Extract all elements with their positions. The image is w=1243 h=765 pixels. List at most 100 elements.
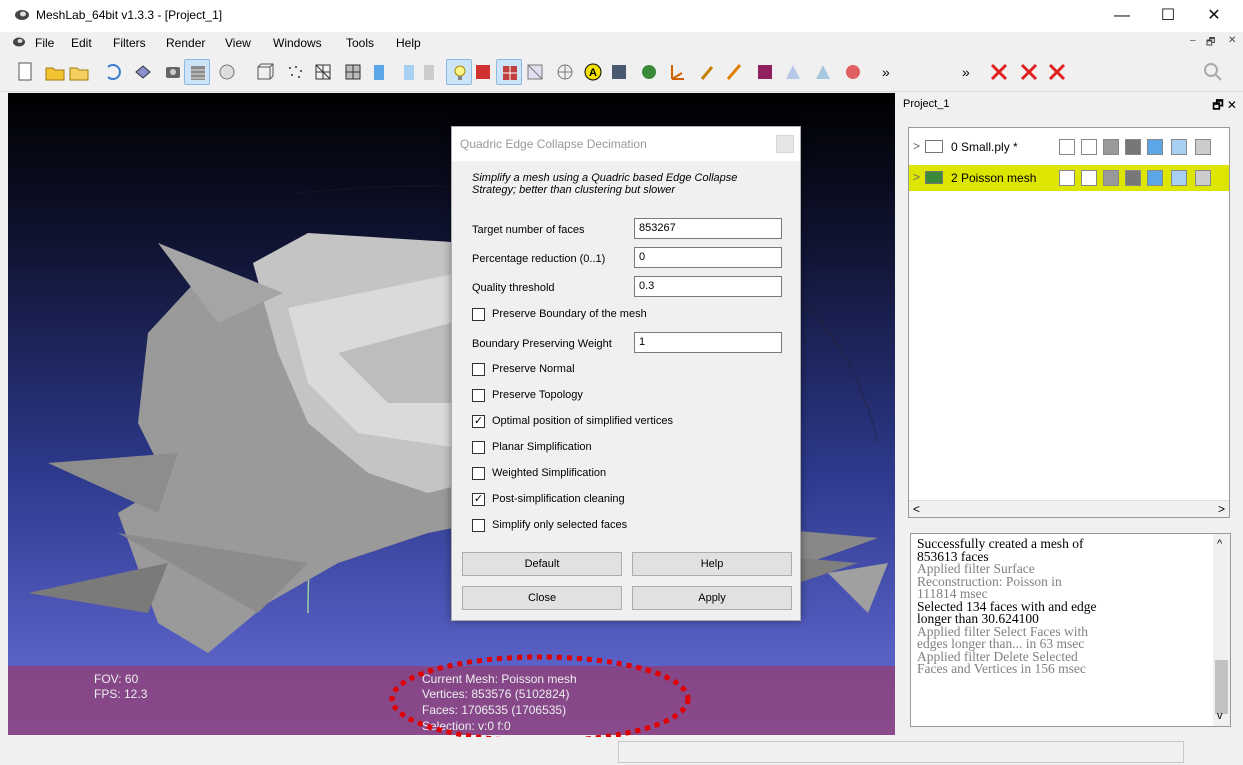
texture-icon[interactable] [446,59,472,85]
selection-tool-icon[interactable] [810,59,836,85]
scroll-left-icon[interactable]: < [913,502,920,516]
menu-windows[interactable]: Windows [273,36,322,50]
dialog-close-button[interactable] [776,135,794,153]
layer-render-mode-icon[interactable] [1081,170,1097,186]
save-icon[interactable] [130,59,156,85]
log-scrollbar[interactable]: ^ v [1213,534,1230,726]
scroll-up-icon[interactable]: ^ [1217,538,1222,550]
layer-render-mode-icon[interactable] [1125,139,1141,155]
layer-render-mode-icon[interactable] [1147,170,1163,186]
checkbox-box[interactable] [472,519,485,532]
open-project-icon[interactable] [42,59,68,85]
panel-float-close-icon[interactable]: 🗗 ✕ [1212,96,1237,117]
search-icon[interactable] [1200,59,1226,85]
measure-icon[interactable] [606,59,632,85]
checkbox-box[interactable]: ✓ [472,493,485,506]
layer-render-mode-icon[interactable] [1059,170,1075,186]
checkbox-box[interactable] [472,363,485,376]
log-scroll-thumb[interactable] [1215,660,1228,714]
light-icon[interactable] [470,59,496,85]
layer-item-poisson[interactable]: > 2 Poisson mesh [909,165,1229,191]
snapshot-icon[interactable] [160,59,186,85]
percentage-reduction-input[interactable]: 0 [634,247,782,268]
scroll-down-icon[interactable]: v [1217,710,1223,722]
chevron-right-icon[interactable]: > [913,139,920,153]
maximize-button[interactable]: ☐ [1148,4,1188,28]
layers-icon[interactable] [184,59,210,85]
points-icon[interactable] [282,59,308,85]
percentage-reduction-label: Percentage reduction (0..1) [472,253,606,265]
menu-render[interactable]: Render [166,36,205,50]
svg-text:»: » [962,64,970,80]
menu-help[interactable]: Help [396,36,421,50]
pdf-icon[interactable] [780,59,806,85]
boundary-weight-input[interactable]: 1 [634,332,782,353]
delete-faces-icon[interactable] [986,59,1012,85]
menu-edit[interactable]: Edit [71,36,92,50]
minimize-button[interactable]: — [1102,4,1142,28]
checkbox-label: Preserve Topology [492,389,583,401]
trackball-icon[interactable] [552,59,578,85]
layer-render-mode-icon[interactable] [1171,139,1187,155]
paint-brush-icon[interactable] [720,59,746,85]
render-mode-icon[interactable] [214,59,240,85]
checkbox-box[interactable] [472,441,485,454]
target-faces-input[interactable]: 853267 [634,218,782,239]
reload-icon[interactable] [100,59,126,85]
layer-render-mode-icon[interactable] [1125,170,1141,186]
fancy-light-icon[interactable] [522,59,548,85]
menu-tools[interactable]: Tools [346,36,374,50]
layer-render-mode-icon[interactable] [1171,170,1187,186]
checkbox-box[interactable] [472,389,485,402]
quality-threshold-input[interactable]: 0.3 [634,276,782,297]
bounding-box-icon[interactable] [252,59,278,85]
paint-icon[interactable] [636,59,662,85]
layer-render-mode-icon[interactable] [1103,139,1119,155]
delete-vertices-icon[interactable] [1016,59,1042,85]
layer-render-mode-icon[interactable] [1195,139,1211,155]
layer-render-mode-icon[interactable] [1147,139,1163,155]
close-window-button[interactable]: ✕ [1194,4,1234,28]
annotate-icon[interactable]: A [580,59,606,85]
wireframe-icon[interactable] [310,59,336,85]
layer-visibility-icon[interactable] [925,140,943,153]
layer-render-mode-icon[interactable] [1103,170,1119,186]
layer-render-mode-icon[interactable] [1195,170,1211,186]
pick-points-icon[interactable] [752,59,778,85]
open-mesh-icon[interactable] [66,59,92,85]
double-side-icon[interactable] [496,59,522,85]
mdi-restore-button[interactable]: 🗗 [1206,35,1215,52]
close-button[interactable]: Close [462,586,622,610]
default-button[interactable]: Default [462,552,622,576]
menu-filters[interactable]: Filters [113,36,146,50]
hidden-lines-icon[interactable] [340,59,366,85]
layer-render-mode-icon[interactable] [1059,139,1075,155]
meshlab-menu-icon[interactable] [12,36,26,48]
smooth-icon[interactable] [416,59,442,85]
vertex-color-icon[interactable]: » [876,59,902,85]
checkbox-box[interactable] [472,308,485,321]
layer-visibility-eye-icon[interactable] [925,171,943,184]
checkbox-box[interactable]: ✓ [472,415,485,428]
flat-lines-icon[interactable] [366,59,392,85]
layer-item-small[interactable]: > 0 Small.ply * [909,134,1229,160]
log-line: Faces and Vertices in 156 msec [917,661,1086,676]
menu-file[interactable]: File [35,36,54,50]
apply-button[interactable]: Apply [632,586,792,610]
layer-list[interactable]: > 0 Small.ply * > 2 Poisson mesh < > [908,127,1230,518]
menu-view[interactable]: View [225,36,251,50]
chevron-right-icon[interactable]: > [913,170,920,184]
delete-faces-vertices-icon[interactable] [1044,59,1070,85]
select-vertices-icon[interactable] [840,59,866,85]
more-icon[interactable]: » [956,59,982,85]
manipulator-icon[interactable] [694,59,720,85]
checkbox-box[interactable] [472,467,485,480]
mdi-minimize-button[interactable]: – [1190,35,1196,46]
layer-render-mode-icon[interactable] [1081,139,1097,155]
align-icon[interactable] [664,59,690,85]
help-button[interactable]: Help [632,552,792,576]
layer-list-hscrollbar[interactable]: < > [909,500,1229,517]
scroll-right-icon[interactable]: > [1218,502,1225,516]
mdi-close-button[interactable]: ✕ [1228,35,1236,46]
new-project-icon[interactable] [12,59,38,85]
